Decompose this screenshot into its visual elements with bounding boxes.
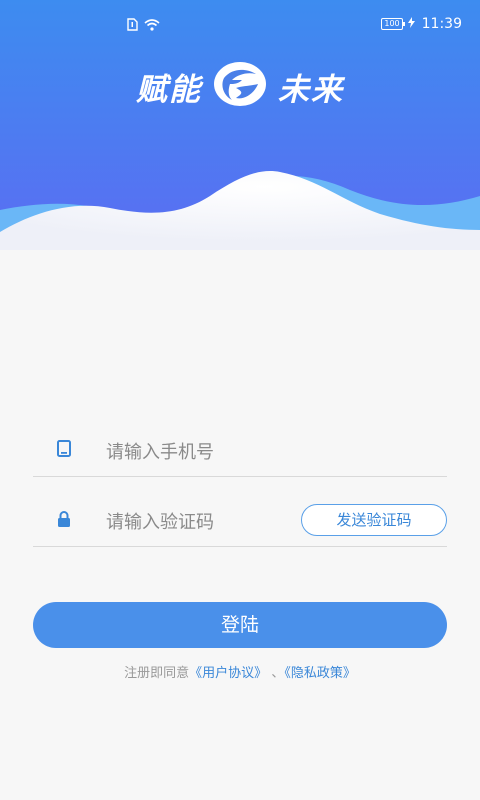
lock-icon <box>57 510 71 528</box>
agreement-text: 注册即同意《用户协议》 、《隐私政策》 <box>0 662 480 681</box>
clock: 11:39 <box>421 16 462 32</box>
send-code-button[interactable]: 发送验证码 <box>301 504 447 536</box>
login-button[interactable]: 登陆 <box>33 602 447 648</box>
agreement-prefix: 注册即同意 <box>124 666 190 681</box>
privacy-policy-link[interactable]: 《隐私政策》 <box>284 666 356 681</box>
phone-field <box>33 430 447 477</box>
phone-input[interactable] <box>106 430 414 474</box>
brand-text-left: 赋能 <box>136 71 202 108</box>
brand-logo: 赋能 未来 <box>0 60 480 112</box>
code-input[interactable] <box>106 500 286 544</box>
sim-icon <box>127 18 138 35</box>
brand-text-right: 未来 <box>278 71 344 108</box>
charging-icon <box>407 16 415 32</box>
user-agreement-link[interactable]: 《用户协议》 <box>189 666 267 681</box>
code-field: 发送验证码 <box>33 500 447 547</box>
wifi-icon <box>144 18 160 35</box>
status-bar: 100 11:39 <box>0 0 480 48</box>
tablet-icon <box>57 440 71 458</box>
agreement-separator: 、 <box>271 666 285 681</box>
battery-indicator: 100 <box>381 18 405 30</box>
brand-mark-icon <box>212 60 268 112</box>
